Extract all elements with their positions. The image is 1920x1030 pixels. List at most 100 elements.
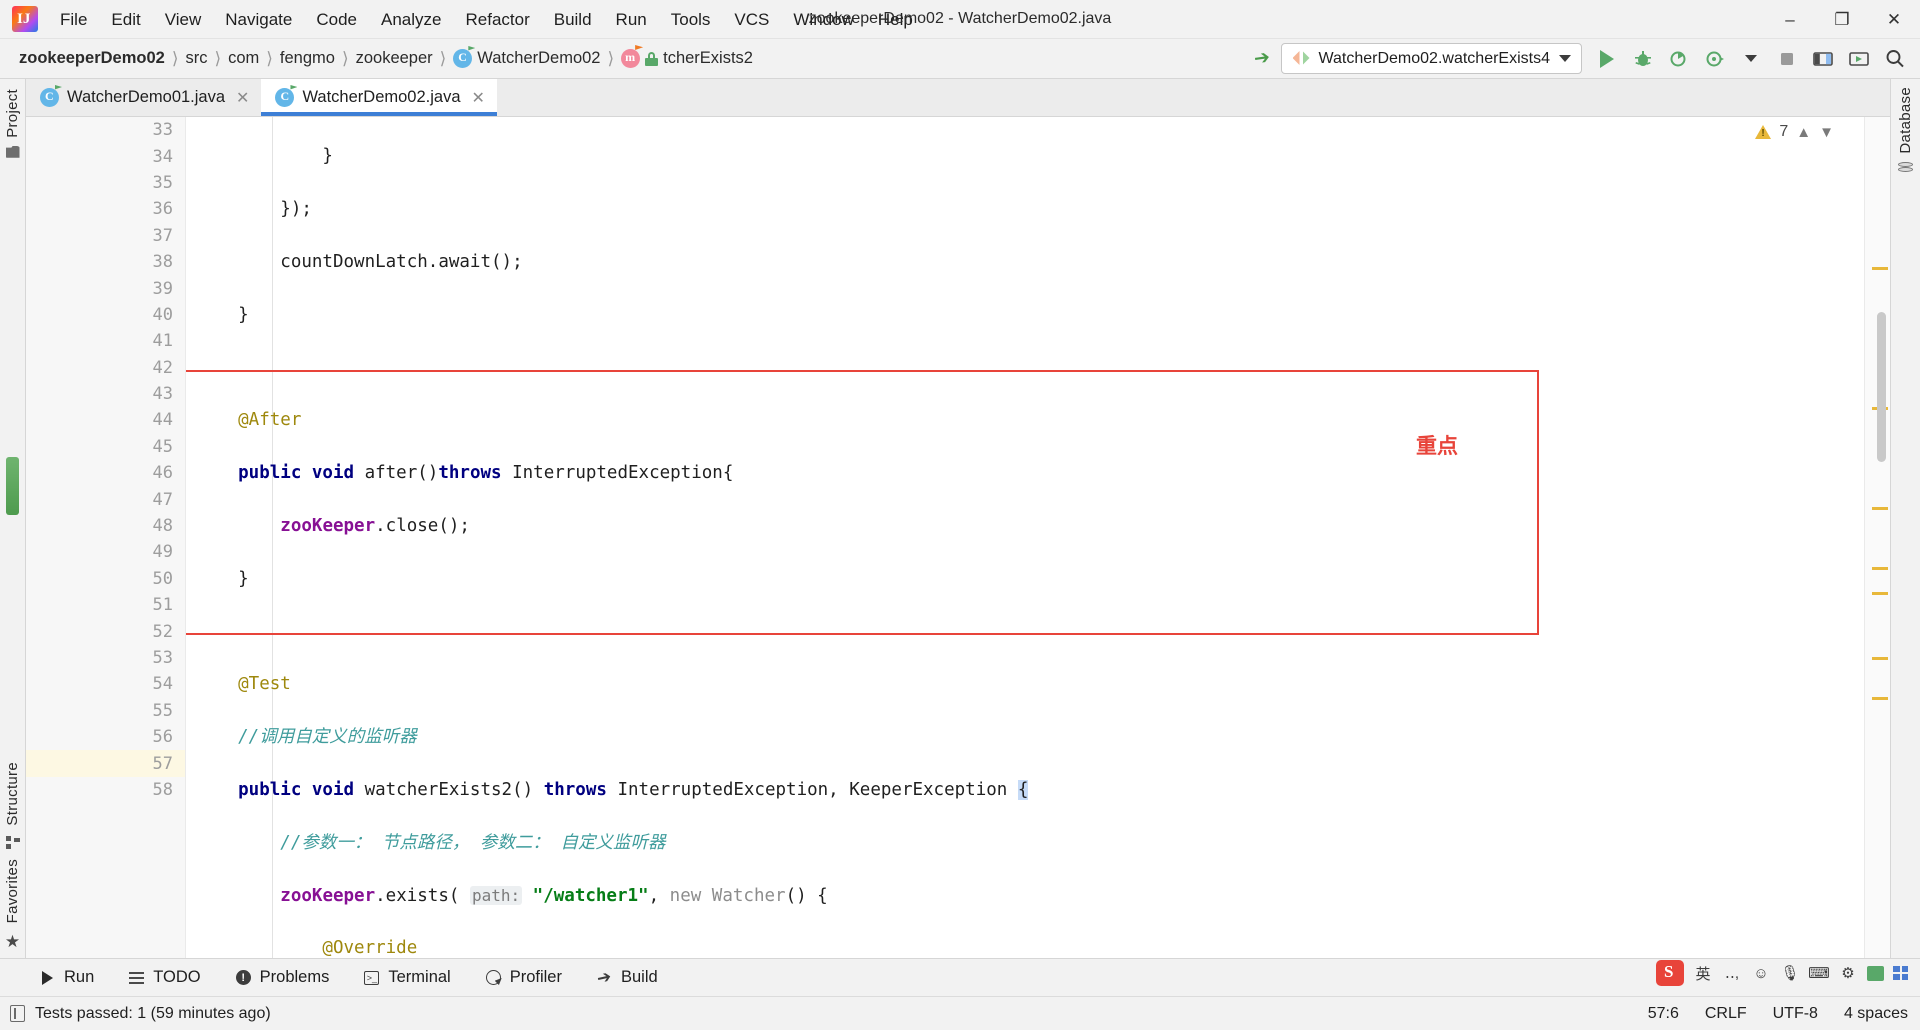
chevron-down-icon[interactable]: ▼	[1819, 124, 1834, 141]
breadcrumb-item-method[interactable]: tcherExists2	[616, 45, 758, 70]
ime-toolbox-icon[interactable]: ⚙	[1838, 963, 1858, 983]
run-configuration-label: WatcherDemo02.watcherExists4	[1318, 49, 1551, 67]
notification-icon[interactable]	[10, 1005, 25, 1022]
drag-handle[interactable]	[6, 457, 19, 515]
menu-navigate[interactable]: Navigate	[213, 0, 304, 39]
breadcrumb-item-com[interactable]: com	[223, 47, 264, 70]
menu-window[interactable]: Window	[781, 0, 865, 39]
tab-watcherdemo02[interactable]: WatcherDemo02.java ✕	[261, 79, 498, 116]
terminal-icon: >_	[363, 969, 380, 986]
line-number: 56	[152, 727, 173, 748]
minimize-button[interactable]: –	[1764, 0, 1816, 39]
run-configuration-selector[interactable]: WatcherDemo02.watcherExists4	[1280, 43, 1582, 74]
debug-icon[interactable]	[1626, 43, 1660, 75]
breadcrumb-item-project[interactable]: zookeeperDemo02	[14, 47, 170, 70]
indent-setting[interactable]: 4 spaces	[1844, 1005, 1908, 1023]
tool-window-label: Run	[64, 968, 95, 986]
star-icon[interactable]: ★	[5, 933, 20, 950]
code-line-34: });	[196, 199, 312, 220]
ime-keyboard-icon[interactable]: ⌨	[1808, 963, 1830, 983]
structure-icon[interactable]	[5, 835, 20, 849]
status-bar-right: 57:6 CRLF UTF-8 4 spaces	[1648, 1005, 1908, 1023]
menu-tools[interactable]: Tools	[659, 0, 723, 39]
code-line-36: }	[196, 304, 249, 325]
menu-view[interactable]: View	[153, 0, 214, 39]
menu-analyze[interactable]: Analyze	[369, 0, 453, 39]
file-encoding[interactable]: UTF-8	[1773, 1005, 1818, 1023]
sidebar-item-structure[interactable]: Structure	[4, 762, 21, 826]
ime-punctuation-toggle[interactable]: ‥,	[1722, 963, 1742, 983]
hammer-icon[interactable]: ➔	[1245, 43, 1279, 75]
menu-run[interactable]: Run	[604, 0, 659, 39]
todo-icon	[128, 969, 145, 986]
sidebar-item-database[interactable]: Database	[1897, 87, 1914, 154]
close-icon[interactable]: ✕	[472, 88, 485, 108]
menu-help[interactable]: Help	[866, 0, 925, 39]
menu-edit[interactable]: Edit	[99, 0, 152, 39]
line-separator[interactable]: CRLF	[1705, 1005, 1747, 1023]
menu-build[interactable]: Build	[542, 0, 604, 39]
tool-window-label: Terminal	[388, 968, 451, 986]
tool-window-terminal[interactable]: >_ Terminal	[358, 965, 455, 990]
breadcrumb-item-src[interactable]: src	[180, 47, 212, 70]
code-editor[interactable]: } }); countDownLatch.await(); } @After p…	[186, 117, 1864, 958]
updates-icon[interactable]	[1842, 43, 1876, 75]
menu-view-label: View	[164, 9, 202, 29]
caret-position[interactable]: 57:6	[1648, 1005, 1679, 1023]
menu-vcs-label: VCS	[734, 9, 770, 29]
sogou-logo-icon[interactable]	[1656, 960, 1684, 986]
editor-gutter[interactable]: 33 34 35 36 37 38 39 40 41 42 43 44 45 4…	[26, 117, 186, 958]
breadcrumb-item-fengmo[interactable]: fengmo	[275, 47, 340, 70]
menu-vcs[interactable]: VCS	[722, 0, 781, 39]
inspection-widget[interactable]: 7 ▲ ▼	[1755, 123, 1834, 141]
ime-language-toggle[interactable]: 英	[1693, 963, 1713, 983]
editor-marker-bar[interactable]	[1864, 117, 1890, 958]
code-line-46: //参数一： 节点路径， 参数二： 自定义监听器	[196, 832, 666, 853]
database-icon[interactable]	[1898, 161, 1913, 176]
close-icon[interactable]: ✕	[236, 88, 249, 108]
code-line-47: zooKeeper.exists( path: "/watcher1", new…	[280, 885, 828, 906]
search-icon[interactable]	[1878, 43, 1912, 75]
tool-window-profiler[interactable]: Profiler	[480, 965, 567, 990]
menu-help-label: Help	[877, 9, 913, 29]
layout-icon[interactable]	[1806, 43, 1840, 75]
folder-icon[interactable]	[5, 145, 20, 158]
warning-marker	[1872, 657, 1888, 660]
code-line-38: @After	[196, 410, 302, 431]
sidebar-item-project[interactable]: Project	[4, 89, 21, 138]
run-with-coverage-icon[interactable]	[1662, 43, 1696, 75]
tab-watcherdemo01[interactable]: WatcherDemo01.java ✕	[26, 79, 261, 116]
status-bar: Tests passed: 1 (59 minutes ago) 57:6 CR…	[0, 996, 1920, 1030]
chevron-down-icon[interactable]	[1734, 43, 1768, 75]
menu-file[interactable]: File	[48, 0, 99, 39]
line-number: 45	[152, 436, 173, 457]
profiler-icon[interactable]	[1698, 43, 1732, 75]
menu-refactor[interactable]: Refactor	[453, 0, 541, 39]
tool-window-build[interactable]: ➔ Build	[591, 965, 663, 990]
tool-window-problems[interactable]: ! Problems	[230, 965, 335, 990]
menu-code[interactable]: Code	[304, 0, 369, 39]
tool-window-todo[interactable]: TODO	[123, 965, 205, 990]
line-number: 52	[152, 621, 173, 642]
tool-window-run[interactable]: Run	[34, 965, 99, 990]
close-button[interactable]: ✕	[1868, 0, 1920, 39]
warning-marker	[1872, 697, 1888, 700]
warning-marker	[1872, 267, 1888, 270]
code-line-44: //调用自定义的监听器	[196, 727, 417, 748]
stop-icon[interactable]	[1770, 43, 1804, 75]
run-icon[interactable]	[1590, 43, 1624, 75]
ime-mic-icon[interactable]: 🎙	[1780, 963, 1800, 983]
ime-up-icon[interactable]	[1867, 965, 1884, 981]
editor-tabs: WatcherDemo01.java ✕ WatcherDemo02.java …	[26, 79, 1890, 117]
maximize-button[interactable]: ❐	[1816, 0, 1868, 39]
breadcrumb-item-zookeeper[interactable]: zookeeper	[351, 47, 438, 70]
ime-emoji-icon[interactable]: ☺	[1751, 963, 1771, 983]
code-line-48: @Override	[196, 938, 418, 958]
chevron-up-icon[interactable]: ▲	[1796, 124, 1811, 141]
breadcrumb-method-label: tcherExists2	[663, 49, 753, 67]
menu-analyze-label: Analyze	[381, 9, 442, 29]
status-message: Tests passed: 1 (59 minutes ago)	[35, 1004, 271, 1022]
ime-grid-icon[interactable]	[1893, 966, 1908, 980]
sidebar-item-favorites[interactable]: Favorites	[4, 859, 21, 923]
breadcrumb-item-class[interactable]: WatcherDemo02	[448, 46, 605, 70]
